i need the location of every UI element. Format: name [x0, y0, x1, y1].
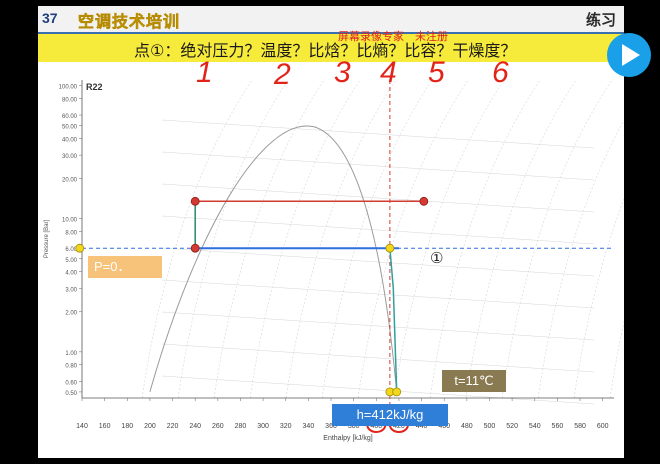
- data-point-red: [190, 196, 200, 206]
- series-line-teal: [389, 248, 398, 392]
- x-tick-label: 500: [484, 423, 496, 430]
- y-tick-label: 0.50: [65, 391, 77, 397]
- x-tick-label: 280: [235, 423, 247, 430]
- isoline: [573, 198, 624, 399]
- x-tick-label: 320: [280, 423, 292, 430]
- y-tick-label: 50.00: [62, 125, 78, 131]
- isoline: [161, 311, 595, 341]
- y-tick-label: 10.00: [62, 218, 78, 224]
- isoline: [429, 79, 541, 399]
- data-point-yellow: [392, 387, 402, 397]
- isoline: [161, 183, 595, 213]
- y-tick-label: 30.00: [62, 154, 78, 160]
- x-tick-label: 200: [144, 423, 156, 430]
- x-tick-label: 600: [597, 423, 609, 430]
- x-tick-label: 560: [552, 423, 564, 430]
- isoline: [161, 279, 595, 309]
- x-tick-label: 340: [303, 423, 315, 430]
- y-tick-label: 1.00: [65, 351, 77, 357]
- isoline: [321, 79, 433, 399]
- y-tick-label: 3.00: [65, 287, 77, 293]
- isoline: [141, 79, 253, 399]
- y-tick-label: 5.00: [65, 258, 77, 264]
- temperature-annotation: t=11℃: [442, 370, 506, 392]
- x-tick-label: 160: [99, 423, 111, 430]
- isoline: [213, 79, 325, 399]
- x-tick-label: 240: [189, 423, 201, 430]
- y-tick-label: 8.00: [65, 231, 77, 237]
- y-axis-label: Pressure [Bar]: [44, 220, 50, 259]
- x-tick-label: 260: [212, 423, 224, 430]
- isoline: [161, 119, 595, 149]
- handwritten-number-6: 6: [492, 56, 509, 89]
- x-axis-label: Enthalpy [kJ/kg]: [323, 435, 372, 442]
- x-tick-label: 220: [167, 423, 179, 430]
- enthalpy-annotation: h=412kJ/kg: [332, 404, 448, 426]
- isoline: [161, 343, 595, 373]
- point-1-label: ①: [430, 249, 444, 267]
- isoline: [249, 79, 361, 399]
- x-tick-label: 300: [257, 423, 269, 430]
- slide: 37 空调技术培训 练习 点①：绝对压力？温度？比焓？比熵？比容？干燥度？ 屏幕…: [38, 6, 624, 458]
- isoline: [393, 79, 505, 399]
- player-logo-icon: [607, 33, 651, 77]
- isoline: [161, 215, 595, 245]
- y-tick-label: 100.00: [59, 85, 78, 91]
- saturation-dome: [149, 125, 398, 393]
- x-tick-label: 180: [121, 423, 133, 430]
- y-tick-label: 2.00: [65, 311, 77, 317]
- data-point-red: [190, 243, 200, 253]
- y-tick-label: 0.60: [65, 380, 77, 386]
- x-tick-label: 540: [529, 423, 541, 430]
- isoline: [465, 79, 577, 399]
- handwritten-number-2: 2: [274, 58, 291, 91]
- handwritten-number-4: 4: [380, 56, 397, 89]
- ph-diagram: R22 100.00 80.00 60.00 50.00 40.00 30.00 20.00 1…: [44, 79, 624, 442]
- pressure-annotation: P=0．6MPa: [88, 256, 162, 296]
- handwritten-number-5: 5: [428, 56, 445, 89]
- x-tick-label: 480: [461, 423, 473, 430]
- chart-title: R22: [86, 82, 103, 92]
- x-tick-label: 520: [506, 423, 518, 430]
- data-point-red: [419, 196, 429, 206]
- y-tick-label: 20.00: [62, 178, 78, 184]
- isoline: [285, 79, 397, 399]
- video-frame: 37 空调技术培训 练习 点①：绝对压力？温度？比焓？比熵？比容？干燥度？ 屏幕…: [0, 0, 660, 464]
- x-tick-label: 140: [76, 423, 88, 430]
- handwritten-number-1: 1: [196, 56, 213, 89]
- isoline: [609, 320, 624, 399]
- isoline: [161, 375, 595, 405]
- data-point-yellow: [385, 243, 395, 253]
- handwritten-number-3: 3: [334, 56, 351, 89]
- isoline: [161, 247, 595, 277]
- y-tick-label: 4.00: [65, 271, 77, 277]
- data-point-yellow: [75, 243, 85, 253]
- isoline: [537, 119, 624, 399]
- y-tick-label: 40.00: [62, 137, 78, 143]
- x-tick-label: 580: [574, 423, 586, 430]
- y-tick-label: 0.80: [65, 364, 77, 370]
- y-tick-label: 60.00: [62, 114, 78, 120]
- y-tick-label: 80.00: [62, 97, 78, 103]
